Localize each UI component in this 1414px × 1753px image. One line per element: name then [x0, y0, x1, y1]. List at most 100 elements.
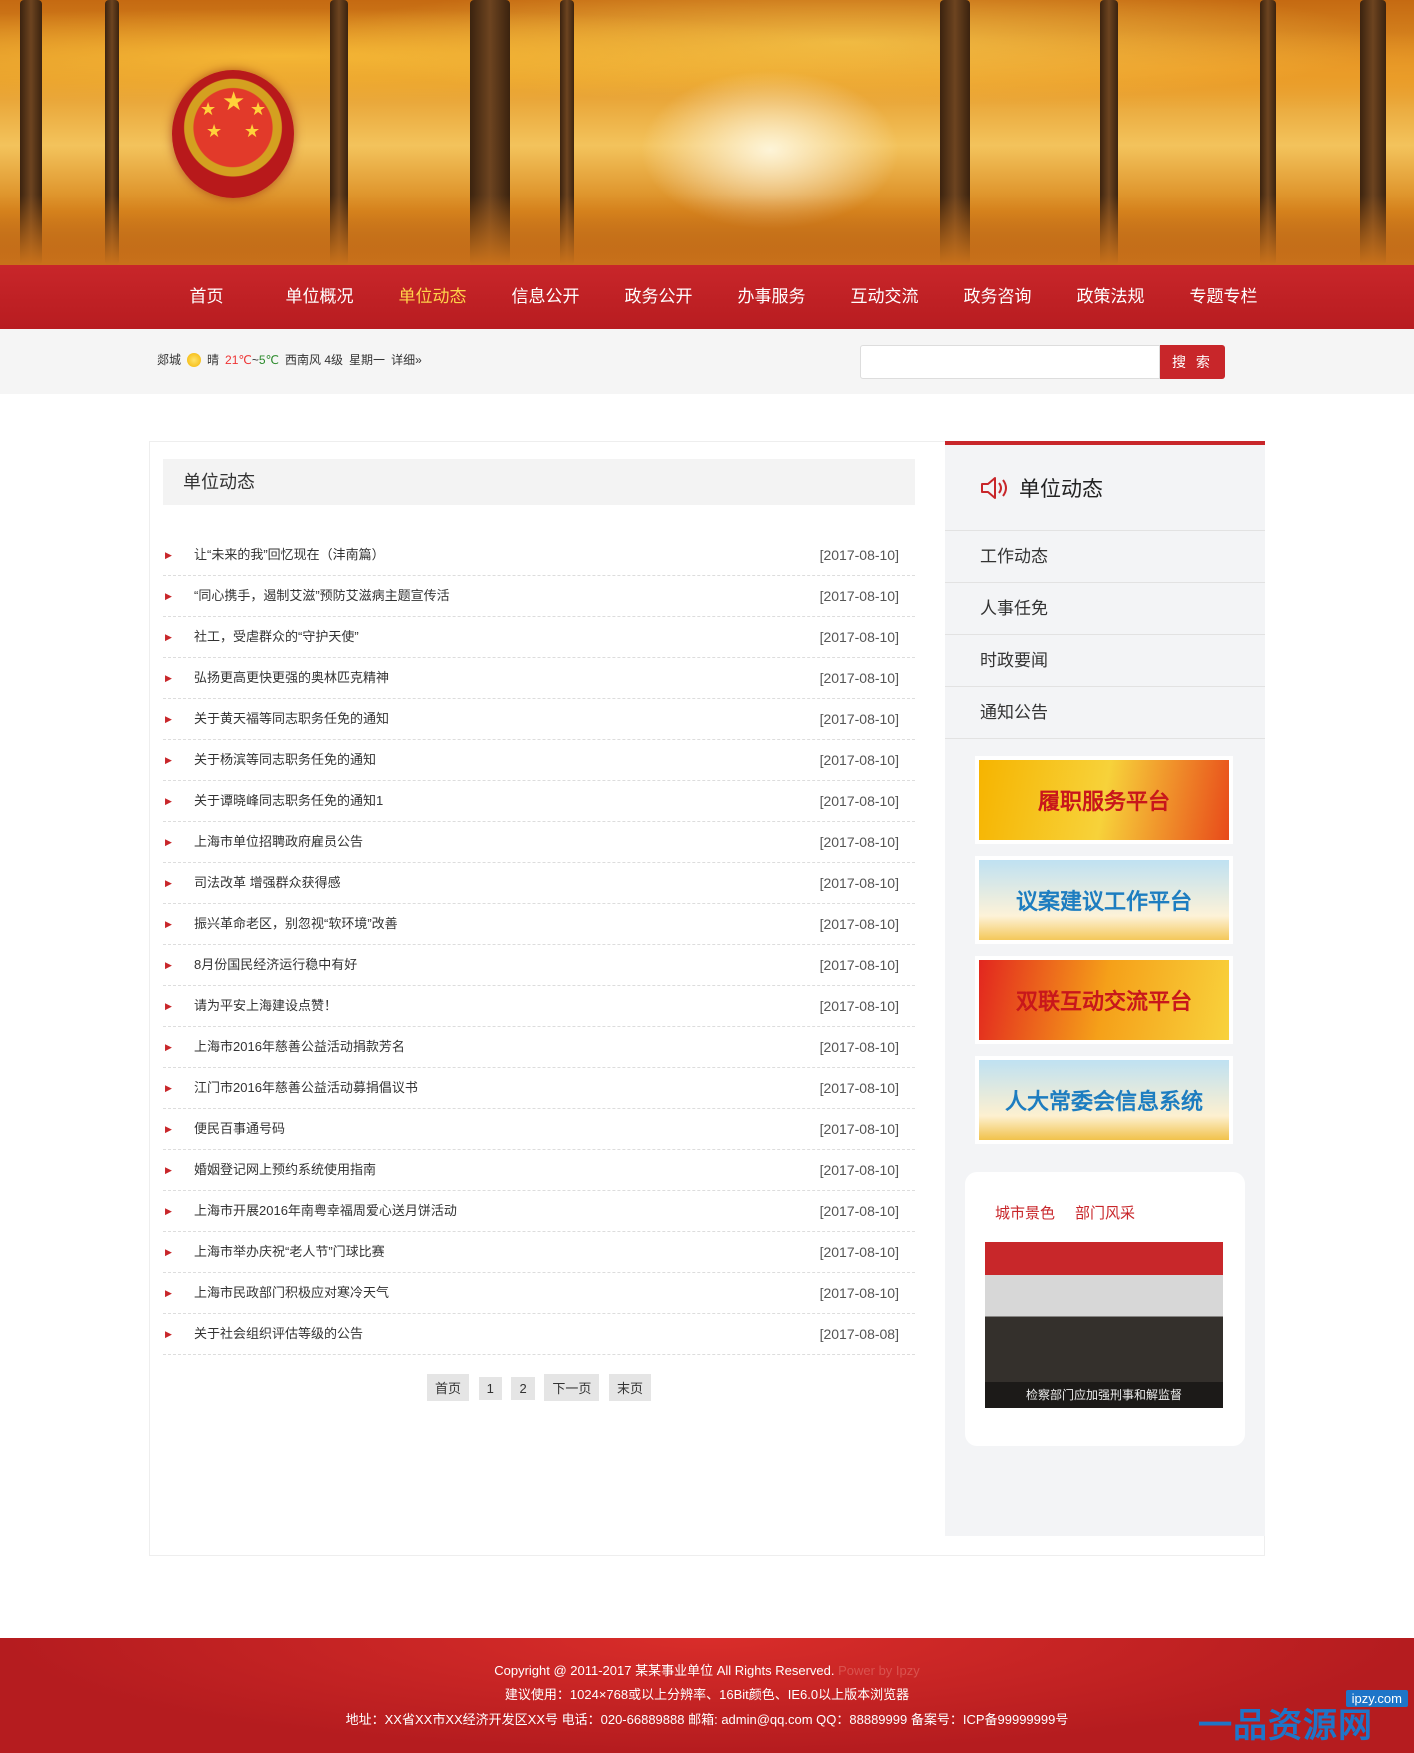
news-title[interactable]: 上海市民政部门积极应对寒冷天气	[194, 1273, 389, 1313]
nav-item-home[interactable]: 首页	[150, 265, 263, 329]
pager-first-button[interactable]: 首页	[426, 1374, 469, 1401]
watermark-url: ipzy.com	[1345, 1690, 1408, 1707]
news-date: [2017-08-10]	[819, 793, 899, 809]
news-title[interactable]: 上海市2016年慈善公益活动捐款芳名	[194, 1027, 405, 1067]
news-item[interactable]: ▶ 上海市民政部门积极应对寒冷天气 [2017-08-10]	[163, 1273, 915, 1314]
sidebar-item-notices[interactable]: 通知公告	[945, 687, 1265, 739]
bullet-arrow-icon: ▶	[165, 919, 172, 929]
bullet-arrow-icon: ▶	[165, 878, 172, 888]
news-date: [2017-08-10]	[819, 588, 899, 604]
platform-banner-info-system[interactable]: 人大常委会信息系统	[979, 1060, 1229, 1140]
news-item[interactable]: ▶ 江门市2016年慈善公益活动募捐倡议书 [2017-08-10]	[163, 1068, 915, 1109]
news-date: [2017-08-10]	[819, 1162, 899, 1178]
pager-last-button[interactable]: 末页	[608, 1374, 651, 1401]
news-title[interactable]: 婚姻登记网上预约系统使用指南	[194, 1150, 376, 1190]
news-title[interactable]: 8月份国民经济运行稳中有好	[194, 945, 357, 985]
platform-banner-interaction[interactable]: 双联互动交流平台	[979, 960, 1229, 1040]
pager-page-2[interactable]: 2	[511, 1377, 535, 1400]
national-emblem-logo: ★ ★ ★ ★ ★	[172, 70, 294, 198]
tab-department-style[interactable]: 部门风采	[1075, 1202, 1135, 1223]
news-date: [2017-08-10]	[819, 1080, 899, 1096]
news-item[interactable]: ▶ 司法改革 增强群众获得感 [2017-08-10]	[163, 863, 915, 904]
news-item[interactable]: ▶ “同心携手，遏制艾滋”预防艾滋病主题宣传活 [2017-08-10]	[163, 576, 915, 617]
news-title[interactable]: 让“未来的我”回忆现在（沣南篇）	[194, 535, 385, 575]
pager-next-button[interactable]: 下一页	[544, 1374, 600, 1401]
sidebar-title: 单位动态	[1019, 477, 1103, 501]
news-title[interactable]: 上海市单位招聘政府雇员公告	[194, 822, 363, 862]
news-title[interactable]: 上海市开展2016年南粤幸福周爱心送月饼活动	[194, 1191, 457, 1231]
news-date: [2017-08-10]	[819, 957, 899, 973]
news-item[interactable]: ▶ 上海市开展2016年南粤幸福周爱心送月饼活动 [2017-08-10]	[163, 1191, 915, 1232]
sidebar-item-current-affairs[interactable]: 时政要闻	[945, 635, 1265, 687]
nav-item-news[interactable]: 单位动态	[376, 265, 489, 329]
news-item[interactable]: ▶ 关于谭晓峰同志职务任免的通知1 [2017-08-10]	[163, 781, 915, 822]
info-bar: 郯城 晴 21℃~5℃ 西南风 4级 星期一 详细» 搜 索	[0, 329, 1414, 394]
weather-details-link[interactable]: 详细»	[391, 351, 422, 368]
news-item[interactable]: ▶ 弘扬更高更快更强的奥林匹克精神 [2017-08-10]	[163, 658, 915, 699]
bullet-arrow-icon: ▶	[165, 1329, 172, 1339]
weather-temp-high: 21℃	[225, 352, 252, 367]
nav-item-consult[interactable]: 政务咨询	[941, 265, 1054, 329]
news-title[interactable]: 关于社会组织评估等级的公告	[194, 1314, 363, 1354]
platform-banner-proposals[interactable]: 议案建议工作平台	[979, 860, 1229, 940]
news-item[interactable]: ▶ 振兴革命老区，别忽视“软环境”改善 [2017-08-10]	[163, 904, 915, 945]
news-item[interactable]: ▶ 关于黄天福等同志职务任免的通知 [2017-08-10]	[163, 699, 915, 740]
bullet-arrow-icon: ▶	[165, 1124, 172, 1134]
sidebar-item-work-news[interactable]: 工作动态	[945, 531, 1265, 583]
news-item[interactable]: ▶ 让“未来的我”回忆现在（沣南篇） [2017-08-10]	[163, 535, 915, 576]
news-title[interactable]: 关于杨滨等同志职务任免的通知	[194, 740, 376, 780]
news-date: [2017-08-10]	[819, 1285, 899, 1301]
search-button[interactable]: 搜 索	[1160, 345, 1225, 379]
news-item[interactable]: ▶ 婚姻登记网上预约系统使用指南 [2017-08-10]	[163, 1150, 915, 1191]
bullet-arrow-icon: ▶	[165, 960, 172, 970]
sidebar-menu: 工作动态 人事任免 时政要闻 通知公告	[945, 531, 1265, 739]
pager-page-1[interactable]: 1	[478, 1377, 502, 1400]
news-title[interactable]: 关于谭晓峰同志职务任免的通知1	[194, 781, 383, 821]
bullet-arrow-icon: ▶	[165, 837, 172, 847]
nav-item-services[interactable]: 办事服务	[715, 265, 828, 329]
news-title[interactable]: 便民百事通号码	[194, 1109, 285, 1149]
speaker-icon	[981, 476, 1007, 499]
news-title[interactable]: 司法改革 增强群众获得感	[194, 863, 341, 903]
news-title[interactable]: 社工，受虐群众的“守护天使”	[194, 617, 359, 657]
news-date: [2017-08-10]	[819, 1039, 899, 1055]
footer-power-link[interactable]: Power by Ipzy	[838, 1663, 920, 1678]
news-date: [2017-08-10]	[819, 834, 899, 850]
tab-city-scenery[interactable]: 城市景色	[995, 1202, 1055, 1223]
news-item[interactable]: ▶ 上海市2016年慈善公益活动捐款芳名 [2017-08-10]	[163, 1027, 915, 1068]
bullet-arrow-icon: ▶	[165, 755, 172, 765]
news-title[interactable]: “同心携手，遏制艾滋”预防艾滋病主题宣传活	[194, 576, 450, 616]
news-item[interactable]: ▶ 关于杨滨等同志职务任免的通知 [2017-08-10]	[163, 740, 915, 781]
sidebar-item-appointments[interactable]: 人事任免	[945, 583, 1265, 635]
news-item[interactable]: ▶ 关于社会组织评估等级的公告 [2017-08-08]	[163, 1314, 915, 1355]
news-date: [2017-08-10]	[819, 1203, 899, 1219]
weather-temp-low: 5℃	[258, 352, 280, 367]
search-input[interactable]	[860, 345, 1160, 379]
news-title[interactable]: 弘扬更高更快更强的奥林匹克精神	[194, 658, 389, 698]
nav-item-special[interactable]: 专题专栏	[1167, 265, 1280, 329]
news-date: [2017-08-10]	[819, 1121, 899, 1137]
meeting-photo[interactable]: 检察部门应加强刑事和解监督	[985, 1242, 1223, 1408]
bullet-arrow-icon: ▶	[165, 632, 172, 642]
nav-item-interaction[interactable]: 互动交流	[828, 265, 941, 329]
nav-item-gov-affairs[interactable]: 政务公开	[602, 265, 715, 329]
photo-caption: 检察部门应加强刑事和解监督	[985, 1382, 1223, 1408]
news-item[interactable]: ▶ 上海市单位招聘政府雇员公告 [2017-08-10]	[163, 822, 915, 863]
platform-banner-duty-service[interactable]: 履职服务平台	[979, 760, 1229, 840]
photo-widget: 城市景色 部门风采 检察部门应加强刑事和解监督	[965, 1172, 1245, 1446]
news-item[interactable]: ▶ 8月份国民经济运行稳中有好 [2017-08-10]	[163, 945, 915, 986]
news-item[interactable]: ▶ 请为平安上海建设点赞！ [2017-08-10]	[163, 986, 915, 1027]
news-date: [2017-08-10]	[819, 547, 899, 563]
nav-item-policy[interactable]: 政策法规	[1054, 265, 1167, 329]
news-title[interactable]: 关于黄天福等同志职务任免的通知	[194, 699, 389, 739]
nav-item-info-disclosure[interactable]: 信息公开	[489, 265, 602, 329]
news-item[interactable]: ▶ 上海市举办庆祝“老人节”门球比赛 [2017-08-10]	[163, 1232, 915, 1273]
nav-item-overview[interactable]: 单位概况	[263, 265, 376, 329]
news-title[interactable]: 请为平安上海建设点赞！	[194, 986, 337, 1026]
news-item[interactable]: ▶ 社工，受虐群众的“守护天使” [2017-08-10]	[163, 617, 915, 658]
news-title[interactable]: 江门市2016年慈善公益活动募捐倡议书	[194, 1068, 418, 1108]
bullet-arrow-icon: ▶	[165, 673, 172, 683]
news-item[interactable]: ▶ 便民百事通号码 [2017-08-10]	[163, 1109, 915, 1150]
news-title[interactable]: 振兴革命老区，别忽视“软环境”改善	[194, 904, 398, 944]
news-title[interactable]: 上海市举办庆祝“老人节”门球比赛	[194, 1232, 385, 1272]
